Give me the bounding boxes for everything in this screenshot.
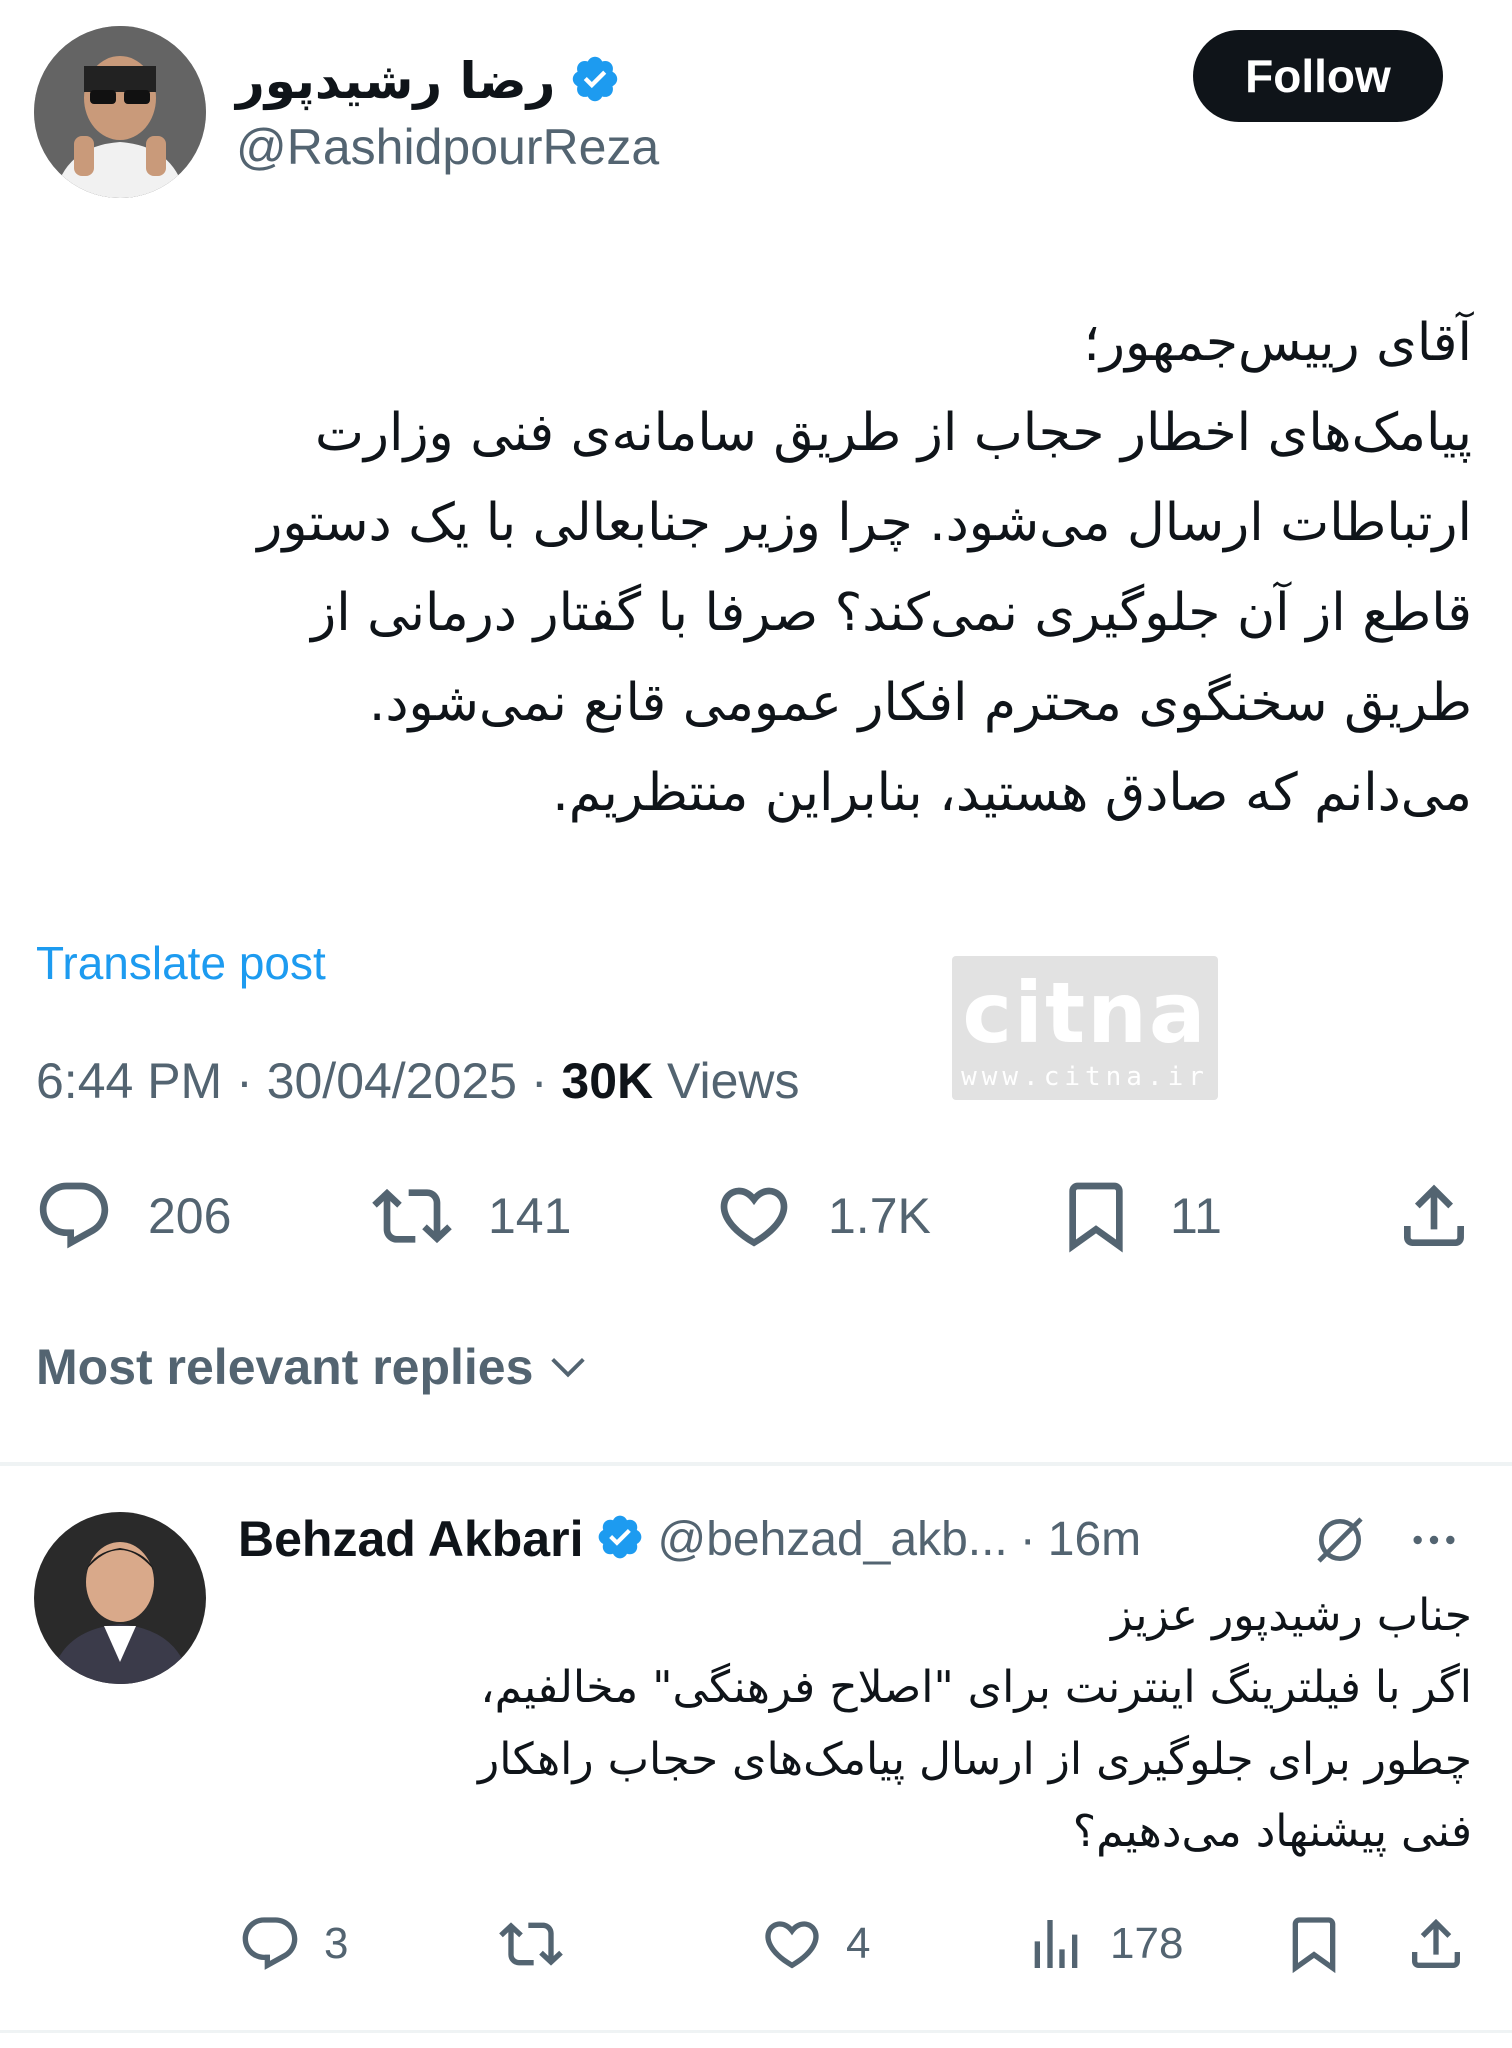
heart-icon [765, 1921, 819, 1969]
grok-icon[interactable] [1312, 1512, 1368, 1573]
bottom-divider [0, 2030, 1512, 2033]
author-display-name[interactable]: رضا رشیدپور [236, 52, 555, 110]
repost-action[interactable]: 141 [370, 1176, 571, 1256]
share-icon [1404, 1184, 1464, 1246]
replies-sort-label: Most relevant replies [36, 1339, 534, 1395]
chevron-down-icon [551, 1357, 586, 1378]
reply-repost-action[interactable] [498, 1912, 564, 1976]
verified-badge-icon [569, 53, 621, 110]
more-options-icon[interactable] [1404, 1512, 1464, 1573]
bookmark-icon [1292, 1917, 1336, 1974]
translate-post-link[interactable]: Translate post [36, 936, 326, 990]
reply-author-name[interactable]: Behzad Akbari [238, 1510, 583, 1568]
verified-badge-icon [595, 1512, 645, 1567]
reply-bookmark-action[interactable] [1282, 1912, 1346, 1976]
reply-views-action[interactable]: 178 [1024, 1912, 1183, 1976]
reply-icon [242, 1917, 298, 1970]
heart-icon [720, 1187, 788, 1247]
watermark-url: www.citna.ir [961, 1062, 1209, 1092]
reply-text: جناب رشیدپور عزیز اگر با فیلترینگ اینترن… [478, 1590, 1472, 1857]
views-count: 30K [561, 1053, 654, 1109]
repost-count: 141 [488, 1188, 572, 1244]
meta-separator: · [236, 1053, 253, 1109]
reply-author-handle[interactable]: @behzad_akb... [657, 1512, 1007, 1567]
author-handle[interactable]: @RashidpourReza [236, 118, 659, 176]
tweet-text: آقای رییس‌جمهور؛ پیامک‌های اخطار حجاب از… [257, 313, 1472, 823]
person-avatar-icon [34, 1512, 206, 1684]
tweet-time[interactable]: 6:44 PM [36, 1053, 222, 1109]
follow-button[interactable]: Follow [1193, 30, 1443, 122]
reply-author-avatar[interactable] [34, 1512, 206, 1684]
watermark-logo: citna [962, 964, 1208, 1062]
reply-icon [39, 1182, 109, 1249]
bookmark-action[interactable]: 11 [1056, 1176, 1222, 1256]
replies-sort-dropdown[interactable]: Most relevant replies [36, 1338, 591, 1396]
share-action[interactable] [1394, 1176, 1474, 1256]
tweet-date[interactable]: 30/04/2025 [267, 1053, 517, 1109]
repost-icon [372, 1188, 452, 1244]
reply-count: 206 [148, 1188, 232, 1244]
citna-watermark: citna www.citna.ir [952, 956, 1218, 1100]
tweet-meta: 6:44 PM · 30/04/2025 · 30K Views [36, 1052, 800, 1110]
bookmark-count: 11 [1170, 1188, 1222, 1244]
author-avatar[interactable] [34, 26, 206, 198]
author-name-row[interactable]: رضا رشیدپور [236, 46, 621, 116]
share-icon [1412, 1918, 1460, 1968]
like-count: 1.7K [828, 1188, 931, 1244]
reply-share-action[interactable] [1404, 1912, 1468, 1976]
person-avatar-icon [34, 26, 206, 198]
repost-icon [499, 1922, 563, 1966]
meta-separator: · [530, 1053, 548, 1109]
reply-header: Behzad Akbari @behzad_akb... · 16m [238, 1506, 1141, 1572]
reply-like-count: 4 [846, 1919, 871, 1968]
bookmark-icon [1069, 1182, 1123, 1253]
meta-separator: · [1019, 1512, 1036, 1566]
section-divider [0, 1462, 1512, 1466]
views-chart-icon [1034, 1920, 1078, 1968]
reply-reply-action[interactable]: 3 [238, 1912, 348, 1976]
reply-views-count: 178 [1110, 1919, 1184, 1968]
reply-reply-count: 3 [324, 1919, 349, 1968]
views-label: Views [667, 1053, 800, 1109]
reply-time[interactable]: 16m [1048, 1512, 1141, 1567]
like-action[interactable]: 1.7K [714, 1176, 931, 1256]
reply-like-action[interactable]: 4 [760, 1912, 870, 1976]
reply-action[interactable]: 206 [34, 1176, 231, 1256]
